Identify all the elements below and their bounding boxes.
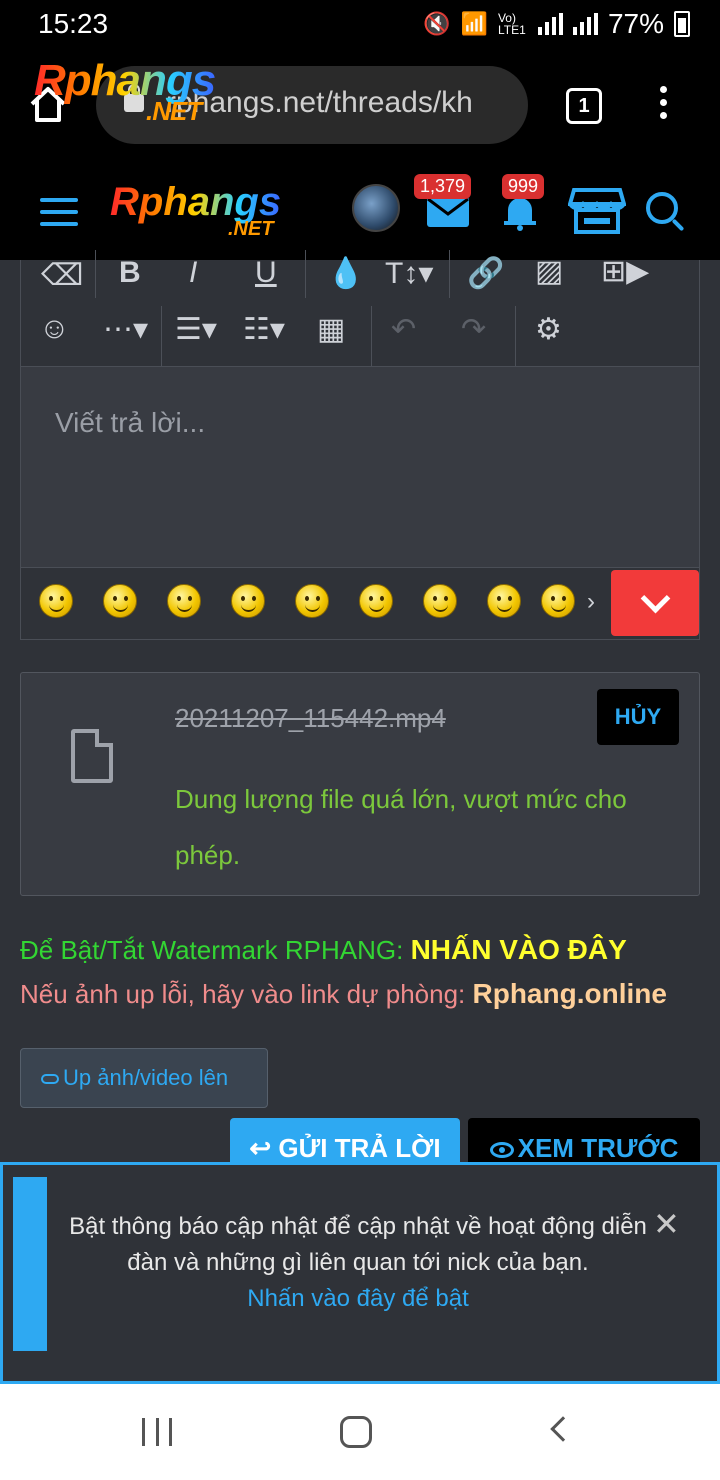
back-icon[interactable]	[550, 1416, 576, 1442]
signal-icon-2	[572, 13, 598, 35]
attachment-error: Dung lượng file quá lớn, vượt mức cho ph…	[175, 784, 627, 870]
battery-icon	[674, 11, 690, 37]
signal-icon	[537, 13, 563, 35]
editor-toolbar-row-1: ⌫ B I U 💧 T↕▾ 🔗 ▨ ⊞▶	[21, 250, 699, 310]
home-nav-icon[interactable]	[340, 1416, 372, 1448]
smiley-icon-3[interactable]	[167, 584, 201, 618]
bold-icon[interactable]: B	[119, 256, 141, 290]
upload-media-button[interactable]: Up ảnh/video lên	[20, 1048, 268, 1108]
notice-message: Bật thông báo cập nhật để cập nhật về ho…	[63, 1209, 653, 1317]
recent-apps-icon[interactable]	[142, 1418, 172, 1446]
wifi-icon: 📶	[460, 11, 488, 36]
system-nav-bar	[0, 1384, 720, 1480]
smiley-icon-8[interactable]	[487, 584, 521, 618]
smiley-icon[interactable]: ☺	[39, 312, 70, 346]
avatar[interactable]	[352, 184, 400, 232]
more-options-icon[interactable]: ⋯▾	[103, 312, 148, 347]
reply-label: GỬI TRẢ LỜI	[278, 1133, 441, 1163]
table-icon[interactable]: ▦	[317, 312, 345, 347]
editor-toolbar-row-2: ☺ ⋯▾ ☰▾ ☷▾ ▦ ↶ ↷ ⚙	[21, 306, 699, 366]
logo-suffix: .NET	[146, 96, 202, 126]
eraser-icon[interactable]: ⌫	[41, 258, 83, 293]
cancel-upload-button[interactable]: HỦY	[597, 689, 679, 745]
reply-textarea[interactable]: Viết trả lời...	[21, 366, 699, 568]
media-icon[interactable]: ⊞▶	[601, 254, 649, 289]
hamburger-menu-icon[interactable]	[40, 198, 78, 226]
align-icon[interactable]: ☰▾	[175, 312, 217, 347]
watermark-note: Để Bật/Tắt Watermark RPHANG: NHẤN VÀO ĐÂ…	[20, 934, 627, 966]
smiley-icon-1[interactable]	[39, 584, 73, 618]
reply-editor: ⌫ B I U 💧 T↕▾ 🔗 ▨ ⊞▶ ☺ ⋯▾ ☰▾ ☷▾ ▦ ↶ ↷ ⚙ …	[20, 250, 700, 640]
paperclip-icon	[41, 1074, 59, 1085]
site-header: Rphangs .NET 1,379 999	[0, 160, 720, 260]
search-icon[interactable]	[646, 192, 678, 224]
list-icon[interactable]: ☷▾	[243, 312, 285, 347]
file-icon	[71, 729, 113, 783]
network-label: Vo) LTE1	[497, 11, 526, 37]
smiley-icon-2[interactable]	[103, 584, 137, 618]
messages-badge: 1,379	[414, 174, 472, 199]
smilies-next-icon[interactable]: ›	[587, 588, 595, 616]
store-icon[interactable]	[568, 186, 626, 234]
close-icon[interactable]: ✕	[653, 1205, 680, 1243]
smiley-icon-9[interactable]	[541, 584, 575, 618]
site-logo[interactable]: Rphangs .NET	[110, 180, 281, 240]
eye-icon	[489, 1142, 514, 1159]
italic-icon[interactable]: I	[189, 256, 197, 290]
backup-text: Nếu ảnh up lỗi, hãy vào link dự phòng:	[20, 979, 473, 1009]
color-drop-icon[interactable]: 💧	[327, 256, 364, 291]
smiley-icon-4[interactable]	[231, 584, 265, 618]
enable-notifications-link[interactable]: Nhấn vào đây để bật	[63, 1281, 653, 1317]
link-icon[interactable]: 🔗	[467, 256, 504, 291]
attachment-filename: 20211207_115442.mp4	[175, 703, 446, 733]
overflow-menu-icon[interactable]	[656, 86, 670, 126]
watermark-toggle-link[interactable]: NHẤN VÀO ĐÂY	[411, 934, 627, 965]
attachment-item: 20211207_115442.mp4 Dung lượng file quá …	[20, 672, 700, 896]
clock: 15:23	[38, 8, 109, 39]
alerts-badge: 999	[502, 174, 545, 199]
status-icons: 🔇 📶 Vo) LTE1 77%	[423, 8, 690, 40]
push-notification-notice: Bật thông báo cập nhật để cập nhật về ho…	[0, 1162, 720, 1384]
collapse-editor-button[interactable]	[611, 570, 699, 636]
smilies-bar: ›	[21, 568, 607, 638]
underline-icon[interactable]: U	[255, 256, 277, 290]
text-size-icon[interactable]: T↕▾	[385, 256, 433, 291]
upload-label: Up ảnh/video lên	[63, 1065, 229, 1090]
settings-icon[interactable]: ⚙	[535, 312, 562, 347]
messages-icon[interactable]	[426, 196, 470, 228]
mute-icon: 🔇	[423, 11, 451, 36]
smiley-icon-5[interactable]	[295, 584, 329, 618]
notice-accent-bar	[13, 1177, 47, 1351]
undo-icon[interactable]: ↶	[391, 312, 416, 347]
browser-toolbar: rphangs.net/threads/kh Rphangs .NET 1	[0, 50, 720, 160]
smiley-icon-6[interactable]	[359, 584, 393, 618]
backup-link[interactable]: Rphang.online	[473, 978, 667, 1009]
smiley-icon-7[interactable]	[423, 584, 457, 618]
logo-suffix: .NET	[228, 218, 274, 240]
preview-label: XEM TRƯỚC	[517, 1133, 679, 1163]
image-icon[interactable]: ▨	[535, 254, 563, 289]
backup-link-note: Nếu ảnh up lỗi, hãy vào link dự phòng: R…	[20, 978, 667, 1010]
notice-text: Bật thông báo cập nhật để cập nhật về ho…	[69, 1213, 647, 1276]
watermark-text: Để Bật/Tắt Watermark RPHANG:	[20, 935, 411, 965]
battery-level: 77%	[607, 8, 664, 39]
tabs-button[interactable]: 1	[566, 88, 602, 124]
status-bar: 15:23 🔇 📶 Vo) LTE1 77%	[0, 0, 720, 50]
site-logo-overlay: Rphangs .NET	[34, 56, 215, 126]
redo-icon[interactable]: ↷	[461, 312, 486, 347]
reply-placeholder: Viết trả lời...	[55, 407, 206, 438]
reply-arrow-icon: ↩	[249, 1133, 279, 1163]
